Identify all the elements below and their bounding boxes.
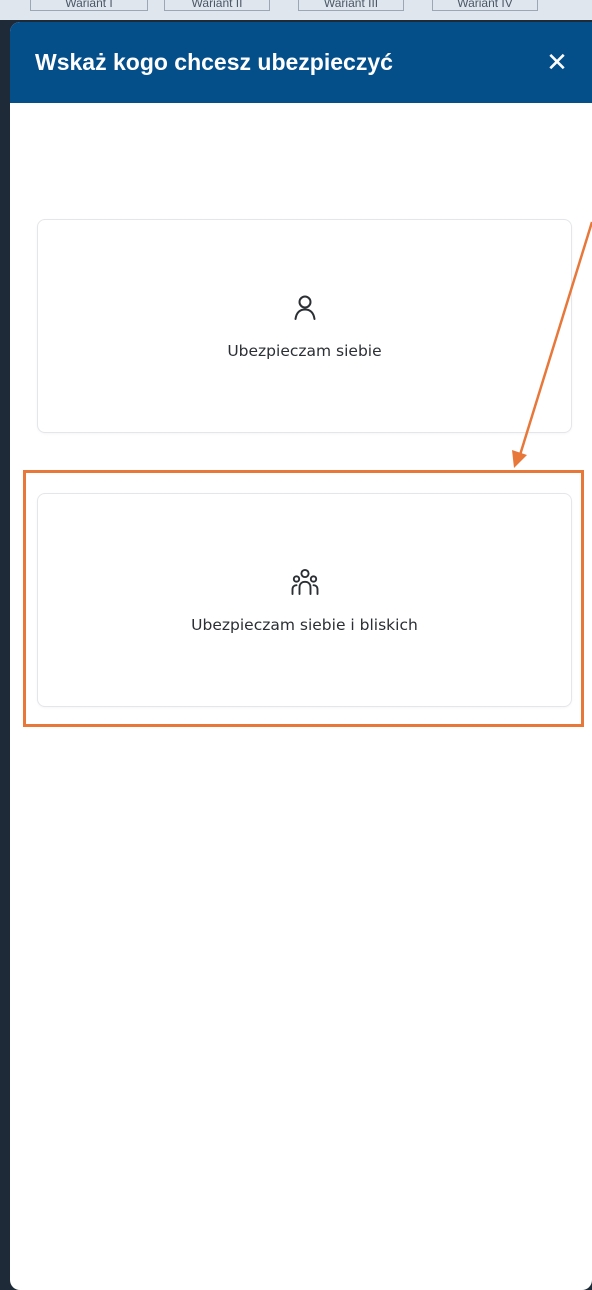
group-icon [291,568,318,595]
modal-header: Wskaż kogo chcesz ubezpieczyć ✕ [10,22,592,103]
modal-title: Wskaż kogo chcesz ubezpieczyć [35,49,393,75]
background-tab-strip: Wariant I Wariant II Wariant III Wariant… [0,0,592,20]
background-overlay [0,20,8,1290]
background-tab: Wariant I [30,0,148,11]
background-tab: Wariant IV [432,0,538,11]
insure-whom-modal: Wskaż kogo chcesz ubezpieczyć ✕ Ubezpiec… [10,22,592,1290]
background-tab: Wariant III [298,0,404,11]
close-icon: ✕ [546,47,568,78]
option-label: Ubezpieczam siebie [227,342,382,360]
person-icon [294,295,315,320]
option-insure-self[interactable]: Ubezpieczam siebie [37,219,572,433]
background-tab: Wariant II [164,0,270,11]
option-label: Ubezpieczam siebie i bliskich [191,616,418,634]
close-button[interactable]: ✕ [544,47,570,78]
option-insure-self-and-family[interactable]: Ubezpieczam siebie i bliskich [37,493,572,707]
